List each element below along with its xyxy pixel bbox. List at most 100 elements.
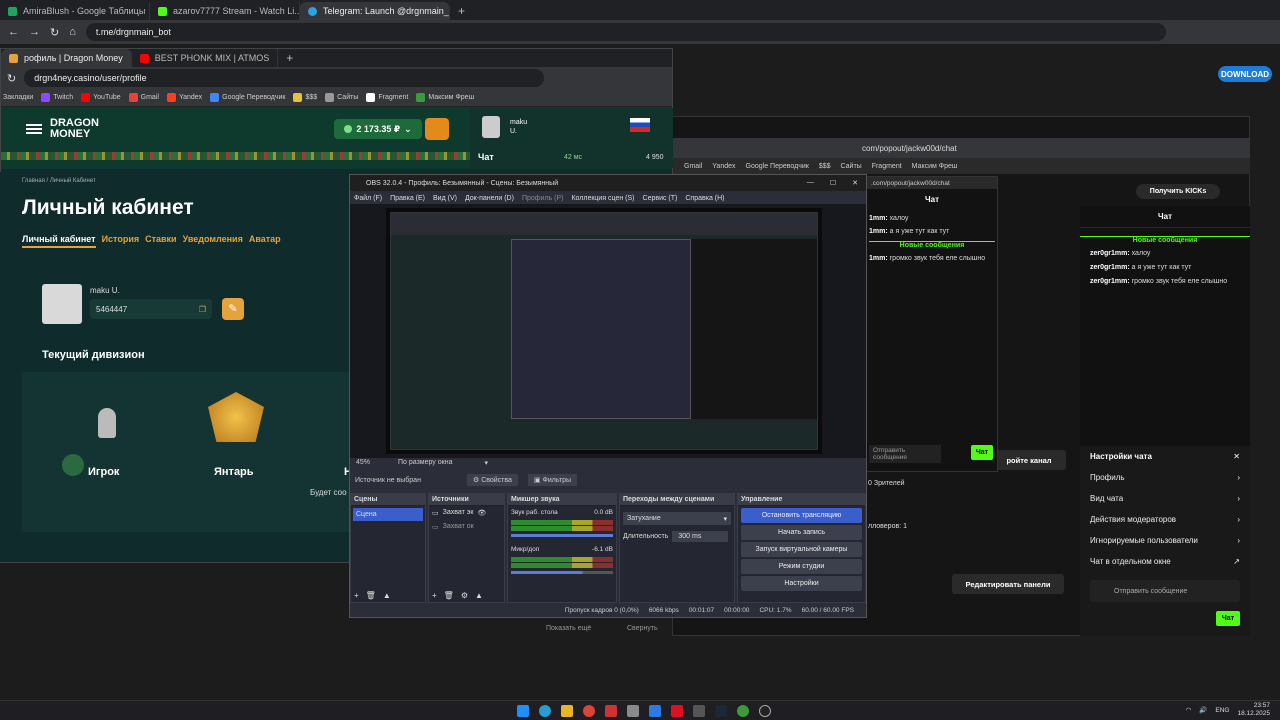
virtual-camera-button[interactable]: Запуск виртуальной камеры bbox=[741, 542, 862, 557]
menu-icon[interactable] bbox=[26, 124, 42, 134]
up-icon[interactable]: ▲ bbox=[383, 591, 391, 600]
fit-mode-select[interactable]: По размеру окна ▾ bbox=[398, 459, 488, 467]
wallet-button[interactable] bbox=[425, 118, 449, 140]
chrome-icon[interactable] bbox=[737, 704, 749, 717]
menu-help[interactable]: Справка (H) bbox=[685, 195, 724, 202]
chat-send-button[interactable]: Чат bbox=[1216, 611, 1240, 626]
bookmark-maxim[interactable]: Максим Фреш bbox=[912, 163, 958, 170]
volume-slider[interactable] bbox=[511, 571, 613, 574]
forward-icon[interactable]: → bbox=[29, 26, 40, 38]
app-icon[interactable] bbox=[693, 704, 705, 717]
app-icon[interactable] bbox=[649, 704, 661, 717]
bookmark-maxim[interactable]: Максим Фреш bbox=[416, 93, 474, 102]
zoom-level[interactable]: 45% bbox=[356, 459, 370, 466]
popup-chat-button[interactable]: Чат bbox=[971, 445, 993, 460]
setting-popout-chat[interactable]: Чат в отдельном окне ↗ bbox=[1090, 551, 1240, 572]
explorer-icon[interactable] bbox=[561, 704, 573, 717]
properties-button[interactable]: ⚙ Свойства bbox=[466, 474, 518, 486]
volume-slider[interactable] bbox=[511, 534, 613, 537]
maximize-icon[interactable]: ☐ bbox=[830, 179, 836, 187]
new-tab-button[interactable]: + bbox=[278, 49, 301, 67]
menu-scene-collection[interactable]: Коллекция сцен (S) bbox=[571, 195, 634, 202]
collapse-link[interactable]: Свернуть bbox=[627, 625, 658, 632]
copy-icon[interactable]: ❐ bbox=[199, 305, 206, 314]
volume-icon[interactable]: 🔊 bbox=[1199, 706, 1207, 714]
bookmark-yandex[interactable]: Yandex bbox=[166, 93, 202, 102]
telegram-url-bar[interactable]: t.me/drgnmain_bot bbox=[85, 23, 1166, 41]
tab-kick-stream[interactable]: azarov7777 Stream - Watch Li... bbox=[150, 2, 300, 20]
filters-button[interactable]: ▣ Фильтры bbox=[527, 474, 578, 486]
add-icon[interactable]: + bbox=[354, 591, 359, 600]
chrome-icon[interactable] bbox=[583, 704, 595, 717]
menu-view[interactable]: Вид (V) bbox=[433, 195, 457, 202]
back-icon[interactable]: ← bbox=[8, 26, 19, 38]
home-icon[interactable]: ⌂ bbox=[69, 26, 76, 38]
popup-send-input[interactable]: Отправить сообщение bbox=[869, 445, 941, 463]
nav-history[interactable]: История bbox=[102, 234, 140, 248]
edit-panels-button[interactable]: Редактировать панели bbox=[952, 574, 1064, 594]
bookmark-fragment[interactable]: Fragment bbox=[872, 163, 902, 170]
bookmark-money[interactable]: $$$ bbox=[293, 93, 317, 102]
app-icon[interactable] bbox=[627, 704, 639, 717]
settings-button[interactable]: Настройки bbox=[741, 576, 862, 591]
show-more-link[interactable]: Показать ещё bbox=[546, 625, 591, 632]
obs-icon[interactable] bbox=[759, 704, 771, 717]
duration-input[interactable]: 300 ms bbox=[672, 531, 729, 542]
app-icon[interactable] bbox=[671, 704, 683, 717]
bookmark-gmail[interactable]: Gmail bbox=[684, 163, 702, 170]
close-icon[interactable]: ✕ bbox=[852, 179, 858, 187]
trash-icon[interactable]: 🗑 bbox=[366, 591, 376, 600]
close-icon[interactable]: ✕ bbox=[1233, 452, 1240, 461]
clock[interactable]: 23:57 18.12.2025 bbox=[1237, 702, 1270, 718]
menu-file[interactable]: Файл (F) bbox=[354, 195, 382, 202]
bookmark-sites[interactable]: Сайты bbox=[841, 163, 862, 170]
carousel-prev-button[interactable] bbox=[62, 454, 84, 476]
gear-icon[interactable]: ⚙ bbox=[461, 591, 468, 600]
nav-bets[interactable]: Ставки bbox=[145, 234, 176, 248]
source-item[interactable]: ▭ Захват ок bbox=[429, 520, 504, 534]
bookmark-youtube[interactable]: YouTube bbox=[81, 93, 121, 102]
bookmark-yandex[interactable]: Yandex bbox=[712, 163, 735, 170]
edit-profile-button[interactable]: ✎ bbox=[222, 298, 244, 320]
new-tab-button[interactable]: + bbox=[450, 2, 473, 20]
steam-icon[interactable] bbox=[715, 704, 727, 717]
dragon-logo[interactable]: DRAGON MONEY bbox=[50, 118, 110, 140]
russia-flag-icon[interactable] bbox=[630, 118, 650, 132]
breadcrumb[interactable]: Главная / Личный Кабинет bbox=[22, 178, 96, 184]
studio-mode-button[interactable]: Режим студии bbox=[741, 559, 862, 574]
add-icon[interactable]: + bbox=[432, 591, 437, 600]
language-indicator[interactable]: ENG bbox=[1215, 707, 1229, 714]
reload-icon[interactable]: ↻ bbox=[50, 26, 59, 39]
menu-edit[interactable]: Правка (E) bbox=[390, 195, 425, 202]
minimize-icon[interactable]: — bbox=[807, 179, 814, 187]
tab-dragon-profile[interactable]: рофиль | Dragon Money bbox=[1, 49, 132, 67]
kick-url-bar[interactable]: com/popout/jackw00d/chat bbox=[672, 138, 1250, 158]
start-recording-button[interactable]: Начать запись bbox=[741, 525, 862, 540]
menu-tools[interactable]: Сервис (T) bbox=[643, 195, 678, 202]
transition-select[interactable]: Затухание ▾ bbox=[623, 512, 731, 525]
bookmarks-folder[interactable]: Закладки bbox=[3, 94, 33, 101]
nav-profile[interactable]: Личный кабинет bbox=[22, 234, 96, 248]
bookmark-translate[interactable]: Google Переводчик bbox=[210, 93, 285, 102]
bookmark-sites[interactable]: Сайты bbox=[325, 93, 358, 102]
bookmark-twitch[interactable]: Twitch bbox=[41, 93, 73, 102]
tab-sheets[interactable]: AmiraBlush - Google Таблицы bbox=[0, 2, 150, 20]
nav-avatar[interactable]: Аватар bbox=[249, 234, 281, 248]
setting-ignored-users[interactable]: Игнорируемые пользователи › bbox=[1090, 530, 1240, 551]
bookmark-fragment[interactable]: Fragment bbox=[366, 93, 408, 102]
wifi-icon[interactable]: ◠ bbox=[1186, 706, 1192, 714]
edge-icon[interactable] bbox=[539, 704, 551, 717]
bookmark-money[interactable]: $$$ bbox=[819, 163, 831, 170]
setting-mod-actions[interactable]: Действия модераторов › bbox=[1090, 509, 1240, 530]
stop-streaming-button[interactable]: Остановить трансляцию bbox=[741, 508, 862, 523]
get-kicks-button[interactable]: Получить KICKs bbox=[1136, 184, 1220, 199]
app-icon[interactable] bbox=[605, 704, 617, 717]
trash-icon[interactable]: 🗑 bbox=[444, 591, 454, 600]
menu-profile[interactable]: Профиль (P) bbox=[522, 195, 564, 202]
setting-chat-view[interactable]: Вид чата › bbox=[1090, 488, 1240, 509]
setting-profile[interactable]: Профиль › bbox=[1090, 467, 1240, 488]
balance-display[interactable]: 2 173.35 ₽ ⌄ bbox=[334, 119, 422, 139]
tab-youtube-phonk[interactable]: BEST PHONK MIX | ATMOS bbox=[132, 49, 279, 67]
header-chat-label[interactable]: Чат bbox=[478, 152, 494, 162]
follow-channel-button[interactable]: ройте канал bbox=[992, 450, 1066, 470]
